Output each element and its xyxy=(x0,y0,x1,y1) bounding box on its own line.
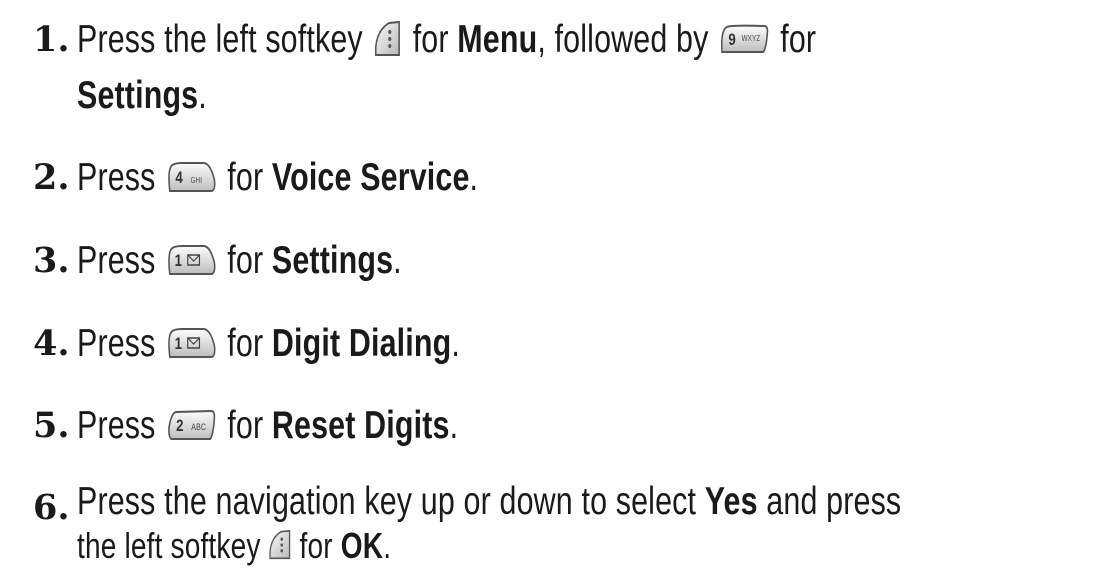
left-softkey-icon xyxy=(268,529,291,561)
step-6: 6. Press the navigation key up or down t… xyxy=(0,480,1100,566)
menu-label: Menu xyxy=(457,18,538,61)
step-2: 2. Press 4 GHI for Voice Service . xyxy=(0,150,1100,206)
key-digit: 9 xyxy=(728,31,736,50)
step-1: 1. Press the left softkey for Menu , fol… xyxy=(0,12,1100,117)
step-text-segment: for xyxy=(227,239,264,282)
key-digit: 4 xyxy=(175,169,183,188)
key-digit: 2 xyxy=(176,417,184,436)
step-text-segment: for xyxy=(412,18,449,61)
step-4: 4. Press 1 for Digit Dialing . xyxy=(0,316,1100,372)
key-digit: 1 xyxy=(174,252,182,271)
step-number: 3. xyxy=(33,240,70,281)
step-number: 2. xyxy=(33,157,70,198)
step-text-segment: , followed by xyxy=(537,18,709,61)
step-text-segment: Press xyxy=(77,322,156,365)
key-9-icon: 9 WXYZ xyxy=(719,23,769,55)
ok-label: OK xyxy=(340,525,384,566)
key-letters: GHI xyxy=(190,176,202,185)
reset-digits-label: Reset Digits xyxy=(271,404,450,447)
step-5: 5. Press 2 ABC for Reset Digits . xyxy=(0,398,1100,454)
step-text-segment: for xyxy=(227,322,264,365)
step-text-segment: Press the navigation key up or down to s… xyxy=(77,480,697,523)
settings-label: Settings xyxy=(77,74,199,117)
step-number: 4. xyxy=(33,323,70,364)
step-text: Press 1 for Digit Dialing . xyxy=(77,322,460,365)
key-1-icon: 1 xyxy=(166,244,216,276)
step-text: Press 4 GHI for Voice Service . xyxy=(77,156,479,199)
step-text-continued: the left softkey for OK . xyxy=(77,525,392,566)
step-text-segment: for xyxy=(227,156,264,199)
step-text-continued: Settings . xyxy=(77,74,207,117)
key-1-icon: 1 xyxy=(166,327,216,359)
step-number: 6. xyxy=(33,487,70,528)
step-text-segment: Press xyxy=(77,156,156,199)
left-softkey-icon xyxy=(374,20,402,58)
step-text-segment: Press xyxy=(77,239,156,282)
step-text: Press 2 ABC for Reset Digits . xyxy=(77,404,459,447)
step-number: 1. xyxy=(33,19,70,60)
key-letters: ABC xyxy=(191,422,206,432)
step-text-segment: and press xyxy=(766,480,902,523)
voice-service-label: Voice Service xyxy=(271,156,470,199)
step-text: Press 1 for Settings . xyxy=(77,239,402,282)
yes-label: Yes xyxy=(704,480,758,523)
step-text: Press the navigation key up or down to s… xyxy=(77,474,901,530)
step-number: 5. xyxy=(33,405,70,446)
step-3: 3. Press 1 for Settings . xyxy=(0,233,1100,289)
step-text-segment: Press the left softkey xyxy=(77,18,363,61)
key-4-icon: 4 GHI xyxy=(166,161,216,193)
key-digit: 1 xyxy=(174,335,182,354)
step-text: Press the left softkey for Menu , follow… xyxy=(77,12,816,68)
key-2-icon: 2 ABC xyxy=(166,409,216,441)
step-text-segment: for xyxy=(299,525,333,566)
settings-label: Settings xyxy=(271,239,394,282)
step-text-segment: the left softkey xyxy=(77,525,261,566)
step-text-segment: for xyxy=(780,18,817,61)
step-text-segment: Press xyxy=(77,404,156,447)
digit-dialing-label: Digit Dialing xyxy=(271,322,452,365)
step-text-segment: for xyxy=(227,404,264,447)
key-letters: WXYZ xyxy=(741,34,760,43)
